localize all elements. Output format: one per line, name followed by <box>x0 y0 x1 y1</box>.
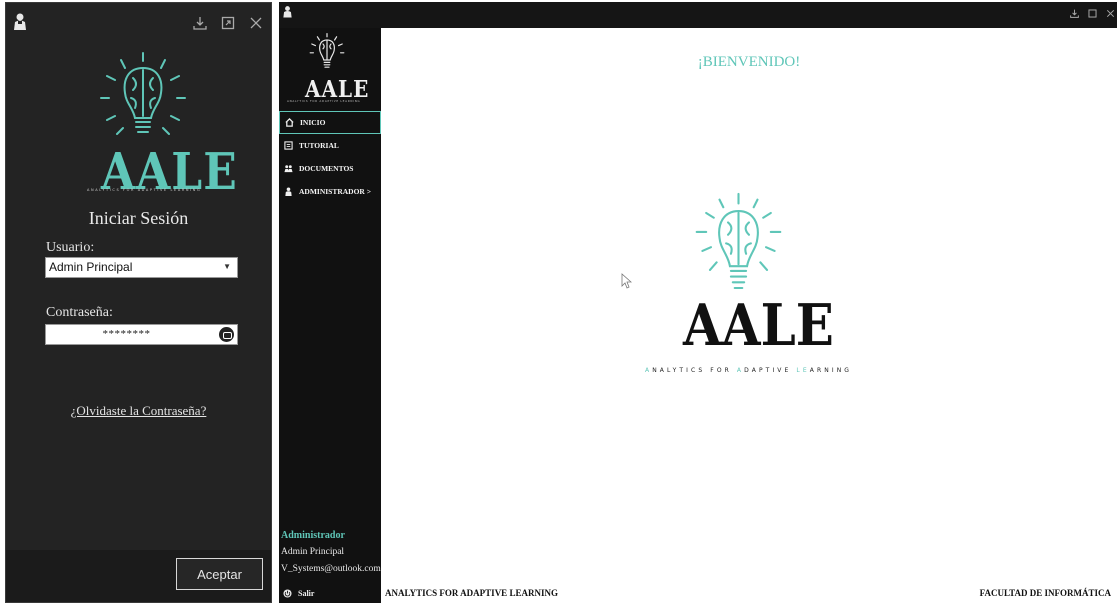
sidebar-item-inicio[interactable]: INICIO <box>279 111 381 134</box>
user-role: Administrador <box>281 530 345 541</box>
chevron-down-icon[interactable]: ▼ <box>223 262 231 271</box>
tutorial-icon <box>284 141 293 150</box>
center-brand-tagline: ANALYTICS FOR ADAPTIVE LEARNING <box>645 367 852 374</box>
tagline-part: LE <box>796 367 810 374</box>
login-brand-tagline: ANALYTICS FOR ADAPTIVE LEARNING <box>87 188 202 192</box>
admin-icon <box>285 187 292 196</box>
tagline-part: ARNING <box>809 367 853 374</box>
user-select[interactable]: Admin Principal ▼ <box>45 257 238 278</box>
tagline-part: NALYTICS FOR <box>652 367 737 374</box>
welcome-title: ¡BIENVENIDO! <box>697 54 801 70</box>
user-select-value: Admin Principal <box>49 260 133 274</box>
password-field[interactable]: ******** <box>45 324 238 345</box>
brain-bulb-logo-icon <box>100 52 186 135</box>
tagline-part: DAPTIVE <box>744 367 797 374</box>
sidebar: AALE ANALYTICS FOR ADAPTIVE LEARNING INI… <box>279 28 381 603</box>
brain-bulb-logo-icon <box>309 33 345 68</box>
user-email: V_Systems@outlook.com <box>281 564 381 574</box>
logout-label: Salir <box>298 589 315 598</box>
app-user-icon <box>283 6 292 18</box>
sidebar-nav: INICIO TUTORIAL DOCUMENTOS ADMINISTRADOR… <box>279 111 381 203</box>
show-password-icon[interactable] <box>219 327 234 342</box>
main-content: ¡BIENVENIDO! AALE ANALYTICS FOR ADAPTIVE… <box>381 28 1117 603</box>
home-icon <box>285 118 294 127</box>
user-name: Admin Principal <box>281 547 345 557</box>
accept-button[interactable]: Aceptar <box>176 558 263 590</box>
sidebar-item-label: DOCUMENTOS <box>299 164 354 173</box>
documents-icon <box>284 165 293 173</box>
center-brand-title: AALE <box>683 291 834 359</box>
minimize-icon[interactable] <box>1070 9 1079 18</box>
main-window: AALE ANALYTICS FOR ADAPTIVE LEARNING INI… <box>279 2 1117 603</box>
sidebar-brand-tagline: ANALYTICS FOR ADAPTIVE LEARNING <box>287 99 361 103</box>
sidebar-item-label: ADMINISTRADOR > <box>299 187 371 196</box>
app-user-icon <box>14 13 26 30</box>
sidebar-item-tutorial[interactable]: TUTORIAL <box>279 134 381 157</box>
close-icon[interactable] <box>1106 9 1115 18</box>
logout-button[interactable]: Salir <box>283 589 314 598</box>
password-label: Contraseña: <box>46 305 113 320</box>
forgot-password-link[interactable]: ¿Olvidaste la Contraseña? <box>6 403 271 419</box>
status-left: ANALYTICS FOR ADAPTIVE LEARNING <box>385 588 558 598</box>
password-mask: ******** <box>102 328 151 340</box>
sidebar-item-label: TUTORIAL <box>299 141 339 150</box>
main-titlebar <box>279 2 1117 28</box>
maximize-icon[interactable] <box>1088 9 1097 18</box>
login-titlebar <box>6 3 271 43</box>
login-heading: Iniciar Sesión <box>88 208 189 228</box>
sidebar-item-label: INICIO <box>300 118 326 127</box>
login-footer: Aceptar <box>6 550 271 602</box>
user-label: Usuario: <box>46 240 95 255</box>
login-brand-title: AALE <box>101 143 238 202</box>
login-window: AALE ANALYTICS FOR ADAPTIVE LEARNING Ini… <box>5 2 272 603</box>
status-right: FACULTAD DE INFORMÁTICA <box>979 588 1111 598</box>
sidebar-item-administrador[interactable]: ADMINISTRADOR > <box>279 180 381 203</box>
mouse-cursor-icon <box>621 273 632 289</box>
power-icon <box>283 589 292 598</box>
close-icon[interactable] <box>249 16 263 30</box>
maximize-icon[interactable] <box>221 16 235 30</box>
sidebar-item-documentos[interactable]: DOCUMENTOS <box>279 157 381 180</box>
minimize-icon[interactable] <box>193 16 207 30</box>
user-info: Administrador Admin Principal V_Systems@… <box>281 527 381 578</box>
